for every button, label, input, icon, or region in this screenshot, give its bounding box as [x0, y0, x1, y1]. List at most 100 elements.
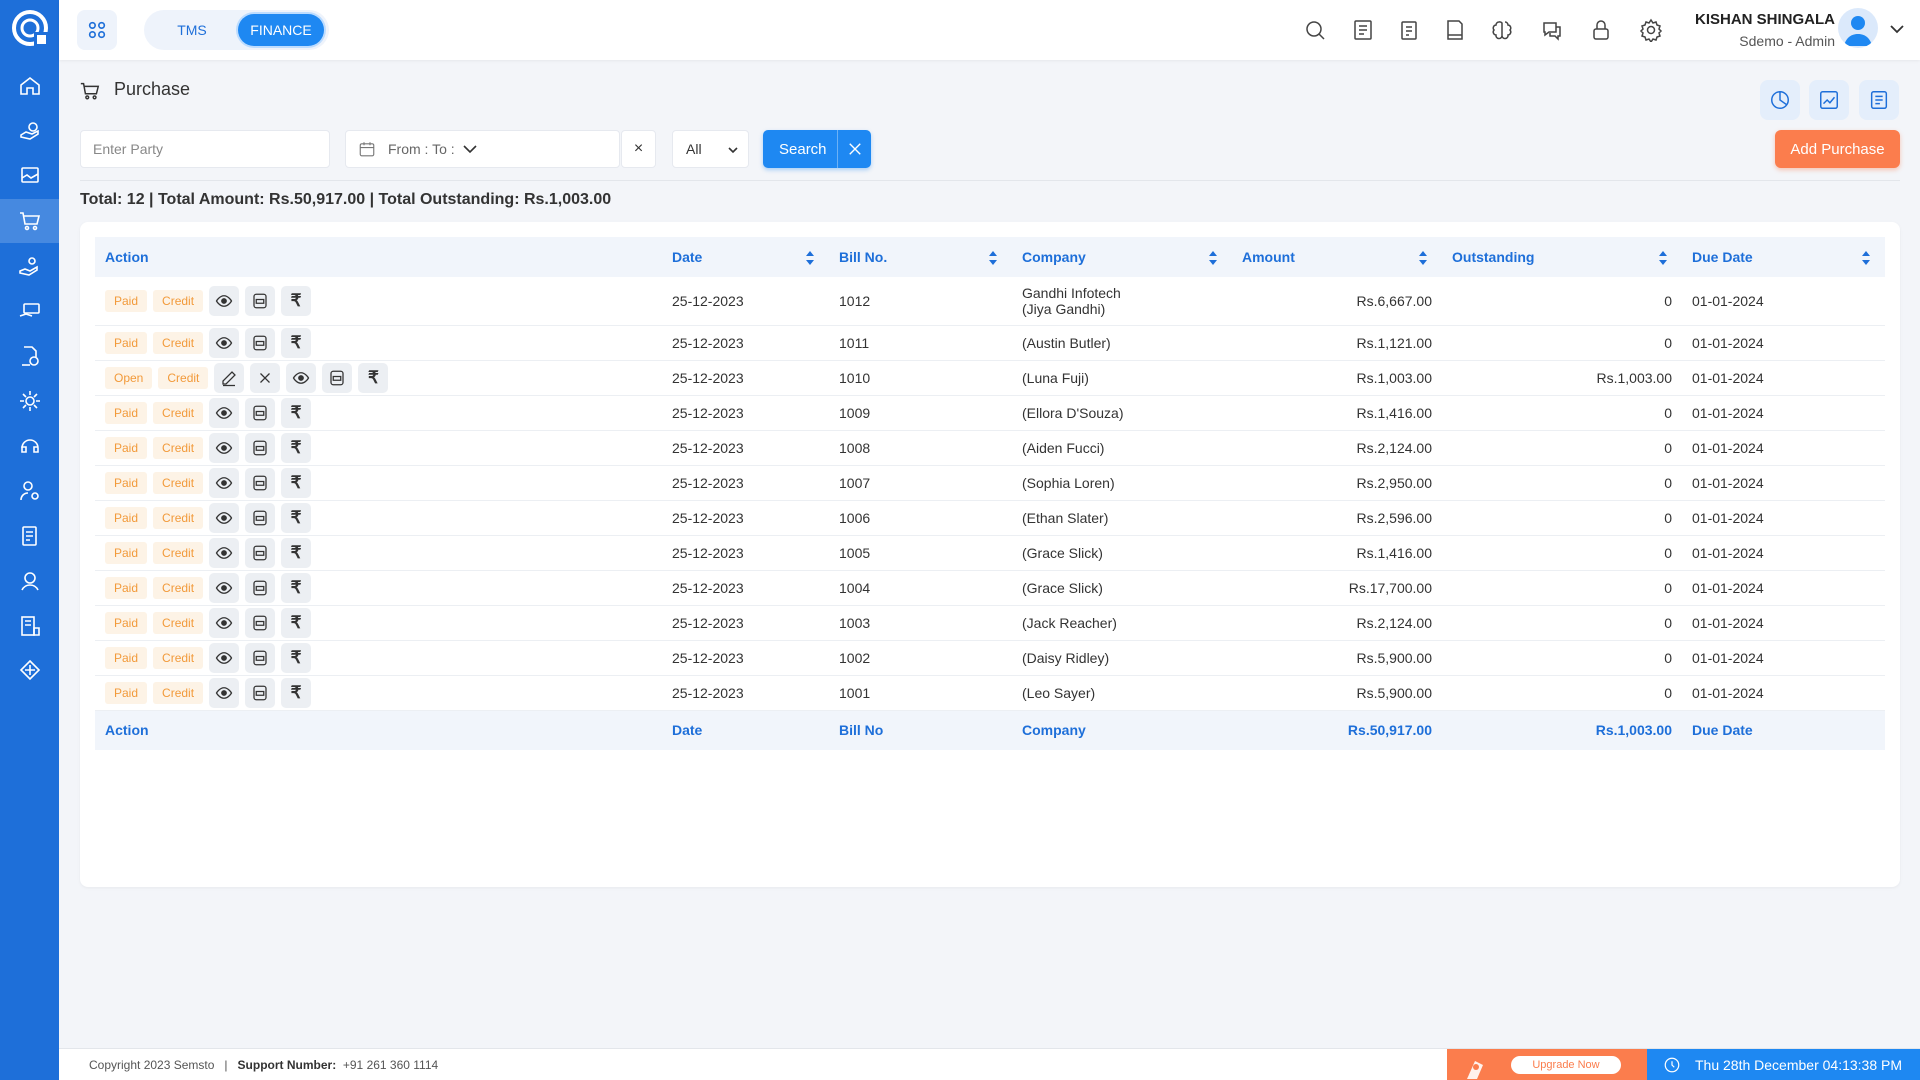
chat-button[interactable]: [1536, 14, 1568, 46]
view-button[interactable]: [286, 362, 317, 393]
pdf-button[interactable]: [245, 537, 276, 568]
notes-button[interactable]: [1347, 14, 1379, 46]
view-button[interactable]: [209, 327, 240, 358]
payment-button[interactable]: ₹: [281, 502, 312, 533]
pdf-button[interactable]: [245, 432, 276, 463]
type-badge: Credit: [153, 401, 204, 424]
sidebar-item-accounts[interactable]: [0, 559, 59, 603]
payment-button[interactable]: ₹: [281, 432, 312, 463]
clear-search-button[interactable]: [837, 130, 871, 168]
sidebar-item-support[interactable]: [0, 424, 59, 468]
cancel-button[interactable]: [250, 362, 281, 393]
cell-company: (Grace Slick): [1012, 535, 1232, 570]
rupee-icon: ₹: [290, 332, 302, 352]
pdf-icon: [253, 440, 267, 455]
search-button[interactable]: Search: [763, 130, 871, 168]
pdf-button[interactable]: [245, 285, 276, 316]
sidebar-item-cash[interactable]: [0, 289, 59, 333]
pdf-button[interactable]: [245, 502, 276, 533]
chart-view-button[interactable]: [1760, 80, 1800, 120]
payment-button[interactable]: ₹: [281, 572, 312, 603]
sidebar-item-settings[interactable]: [0, 379, 59, 423]
header-company[interactable]: Company: [1012, 237, 1232, 277]
payment-button[interactable]: ₹: [281, 642, 312, 673]
pdf-button[interactable]: [245, 607, 276, 638]
pdf-button[interactable]: [245, 642, 276, 673]
view-button[interactable]: [209, 397, 240, 428]
sidebar-item-reports[interactable]: [0, 514, 59, 558]
sidebar-item-ledger[interactable]: [0, 604, 59, 648]
sidebar-item-sales[interactable]: [0, 109, 59, 153]
view-button[interactable]: [209, 285, 240, 316]
edit-button[interactable]: [214, 362, 245, 393]
view-button[interactable]: [209, 502, 240, 533]
view-button[interactable]: [209, 467, 240, 498]
header-outstanding[interactable]: Outstanding: [1442, 237, 1682, 277]
search-top-button[interactable]: [1299, 14, 1331, 46]
date-clear-button[interactable]: ×: [621, 130, 656, 168]
sidebar-item-invoices[interactable]: [0, 154, 59, 198]
trend-view-button[interactable]: [1809, 80, 1849, 120]
sidebar-item-users[interactable]: [0, 469, 59, 513]
payment-button[interactable]: ₹: [281, 327, 312, 358]
semsto-logo-icon[interactable]: [10, 8, 50, 48]
pdf-button[interactable]: [322, 362, 353, 393]
payment-button[interactable]: ₹: [281, 677, 312, 708]
payment-button[interactable]: ₹: [358, 362, 389, 393]
payment-button[interactable]: ₹: [281, 467, 312, 498]
sidebar-item-payments[interactable]: [0, 244, 59, 288]
sidebar-item-expenses[interactable]: [0, 334, 59, 378]
pdf-button[interactable]: [245, 397, 276, 428]
party-search-input[interactable]: [80, 130, 330, 168]
chevron-down-icon[interactable]: [1888, 20, 1906, 38]
payment-button[interactable]: ₹: [281, 607, 312, 638]
cell-date: 25-12-2023: [672, 509, 744, 526]
header-amount[interactable]: Amount: [1232, 237, 1442, 277]
edit-icon: [222, 370, 237, 386]
pdf-button[interactable]: [245, 572, 276, 603]
upgrade-banner[interactable]: Upgrade Now: [1447, 1049, 1647, 1080]
status-select[interactable]: All: [672, 130, 749, 168]
datetime-display: Thu 28th December 04:13:38 PM: [1647, 1049, 1920, 1080]
view-button[interactable]: [209, 572, 240, 603]
settings-button[interactable]: [1635, 14, 1667, 46]
table-row: Paid Credit ₹25-12-2023 1008 (Aiden Fucci) Rs…: [95, 430, 1885, 465]
tab-tms[interactable]: TMS: [150, 14, 234, 46]
tab-finance[interactable]: FINANCE: [238, 14, 324, 46]
add-purchase-button[interactable]: Add Purchase: [1775, 130, 1900, 168]
lock-button[interactable]: [1585, 14, 1617, 46]
sidebar-item-integrations[interactable]: [0, 649, 59, 693]
view-button[interactable]: [209, 642, 240, 673]
upgrade-now-button[interactable]: Upgrade Now: [1511, 1056, 1621, 1074]
payment-button[interactable]: ₹: [281, 397, 312, 428]
cell-date: 25-12-2023: [672, 579, 744, 596]
hand-coin-icon: [19, 122, 39, 140]
payment-button[interactable]: ₹: [281, 537, 312, 568]
eye-icon: [215, 581, 233, 594]
header-bill-no[interactable]: Bill No.: [829, 237, 1012, 277]
cell-date: 25-12-2023: [672, 544, 744, 561]
payment-button[interactable]: ₹: [281, 285, 312, 316]
sidebar-item-home[interactable]: [0, 64, 59, 108]
date-range-picker[interactable]: From : To :: [345, 130, 620, 168]
brain-icon: [1492, 21, 1512, 40]
view-button[interactable]: [209, 537, 240, 568]
list-view-button[interactable]: [1859, 80, 1899, 120]
tasks-button[interactable]: [1393, 14, 1425, 46]
eye-icon: [215, 294, 233, 307]
pdf-button[interactable]: [245, 677, 276, 708]
cell-amount: Rs.5,900.00: [1356, 684, 1433, 701]
header-date[interactable]: Date: [662, 237, 829, 277]
ai-button[interactable]: [1486, 14, 1518, 46]
pdf-button[interactable]: [245, 327, 276, 358]
view-button[interactable]: [209, 677, 240, 708]
header-due-date[interactable]: Due Date: [1682, 237, 1885, 277]
apps-grid-button[interactable]: [77, 10, 117, 50]
sidebar-item-purchase[interactable]: [0, 199, 59, 243]
knowledge-base-button[interactable]: [1439, 14, 1471, 46]
avatar[interactable]: [1838, 8, 1878, 48]
sort-icon: [1862, 251, 1870, 265]
pdf-button[interactable]: [245, 467, 276, 498]
view-button[interactable]: [209, 432, 240, 463]
view-button[interactable]: [209, 607, 240, 638]
